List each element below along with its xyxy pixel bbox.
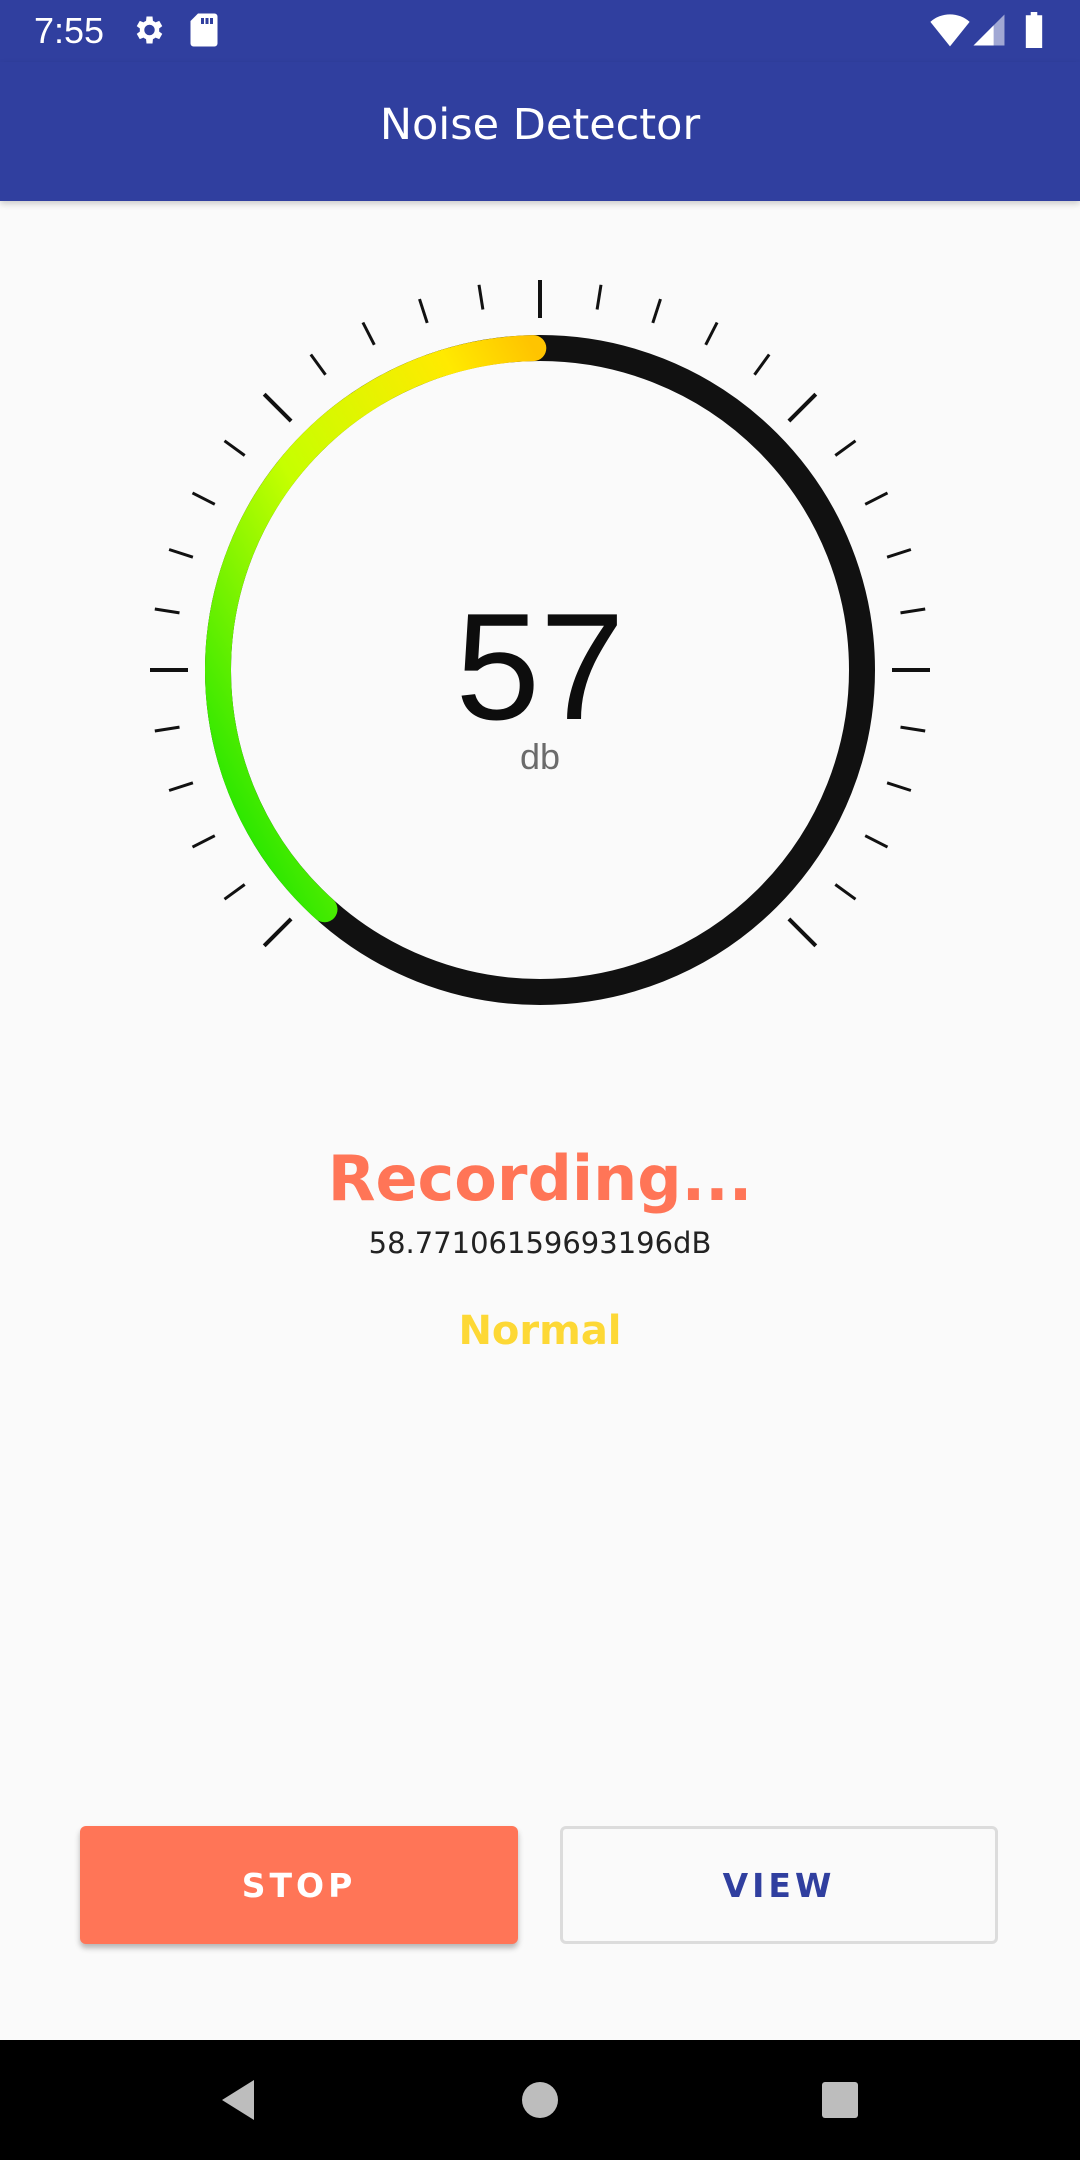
gauge-tick [834,439,857,457]
gauge-tick [886,548,912,559]
status-time: 7:55 [34,10,105,51]
gauge-tick [864,834,889,849]
app-title: Noise Detector [379,100,701,150]
gauge-tick [418,298,429,324]
wifi-icon [930,12,970,52]
gauge-value: 57 [455,582,625,752]
gauge-tick [704,321,719,346]
gauge-tick [787,917,818,948]
gauge-tick [651,298,662,324]
gauge-tick [309,353,327,376]
sd-card-icon [188,12,220,52]
cell-signal-icon [972,12,1006,52]
gear-icon [130,12,166,52]
view-button[interactable]: VIEW [560,1826,998,1944]
gauge-tick [753,353,771,376]
gauge-tick [262,392,293,423]
gauge-tick [168,548,194,559]
stop-button[interactable]: STOP [80,1826,518,1944]
gauge-tick [223,883,246,901]
raw-db-value: 58.77106159693196dB [368,1226,712,1260]
battery-icon [1024,12,1044,52]
gauge-tick [595,284,603,310]
home-icon[interactable] [519,2070,561,2134]
gauge-unit: db [519,736,561,777]
app-bar: Noise Detector [0,62,1080,201]
gauge-tick [191,491,216,506]
recents-icon[interactable] [820,2070,860,2134]
gauge-tick [361,321,376,346]
gauge-tick [864,491,889,506]
recording-status: Recording... [327,1142,753,1215]
gauge-tick [168,781,194,792]
gauge-tick [191,834,216,849]
gauge-tick [886,781,912,792]
gauge-tick [787,392,818,423]
navigation-bar [0,2040,1080,2160]
status-bar: 7:55 [0,0,1080,62]
gauge-tick [477,284,485,310]
gauge-tick [834,883,857,901]
back-icon[interactable] [218,2070,258,2134]
noise-level-label: Normal [458,1308,622,1354]
gauge-tick [262,917,293,948]
gauge-tick [223,439,246,457]
